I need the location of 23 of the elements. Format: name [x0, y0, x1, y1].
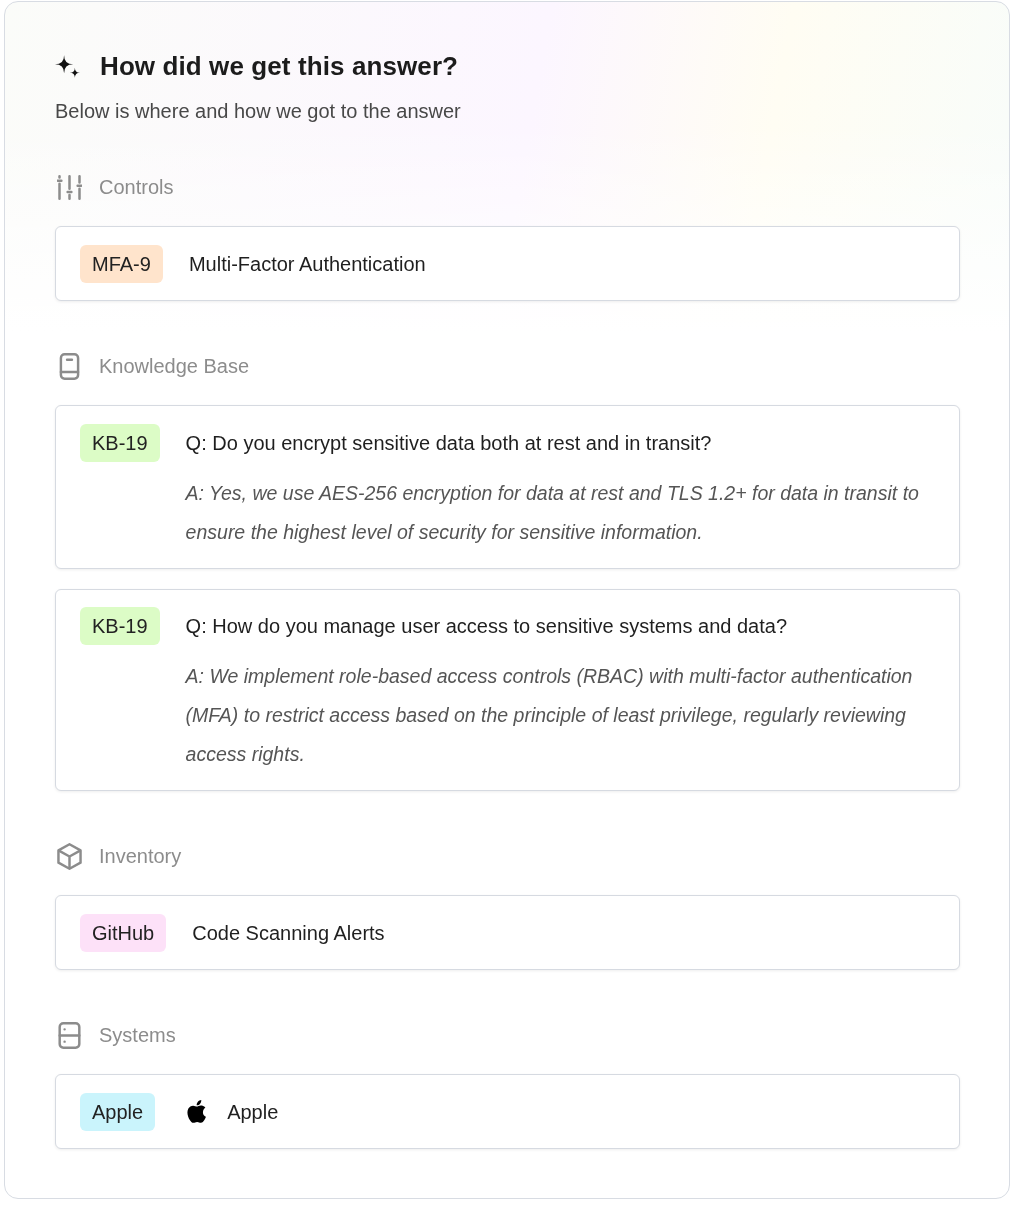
source-tag: KB-19 [80, 607, 160, 645]
source-tag: KB-19 [80, 423, 160, 462]
cube-icon [57, 842, 82, 870]
apple-logo-icon [187, 1099, 208, 1124]
section-label: Controls [99, 175, 174, 200]
source-tag: Apple [80, 1092, 156, 1131]
section-label: Knowledge Base [99, 354, 250, 379]
source-name: Multi-Factor Authentication [188, 251, 426, 277]
book-icon [57, 352, 82, 380]
source-tag: MFA-9 [80, 244, 163, 283]
server-icon [57, 1021, 82, 1049]
answer-text: A: We implement role-based access controls (RBAC) with multi-factor authentication (MFA) to restrict access based on the principle of least privilege, regularly reviewing access rights. [185, 664, 914, 767]
source-name: Code Scanning Alerts [192, 920, 385, 946]
answer-text: A: Yes, we use AES-256 encryption for data at rest and TLS 1.2+ for data in transit to ensure the highest level of security for sensitive information. [185, 480, 920, 545]
source-name: Apple [227, 1099, 279, 1125]
question-text: Q: How do you manage user access to sensitive systems and data? [185, 614, 788, 639]
question-text: Q: Do you encrypt sensitive data both at rest and in transit? [185, 430, 713, 456]
section-label: Inventory [99, 844, 182, 869]
section-label: Systems [99, 1023, 176, 1048]
sliders-icon [57, 173, 82, 201]
panel-title: How did we get this answer? [100, 50, 459, 83]
panel-subtitle: Below is where and how we got to the answer [55, 99, 462, 124]
source-tag: GitHub [80, 913, 167, 952]
